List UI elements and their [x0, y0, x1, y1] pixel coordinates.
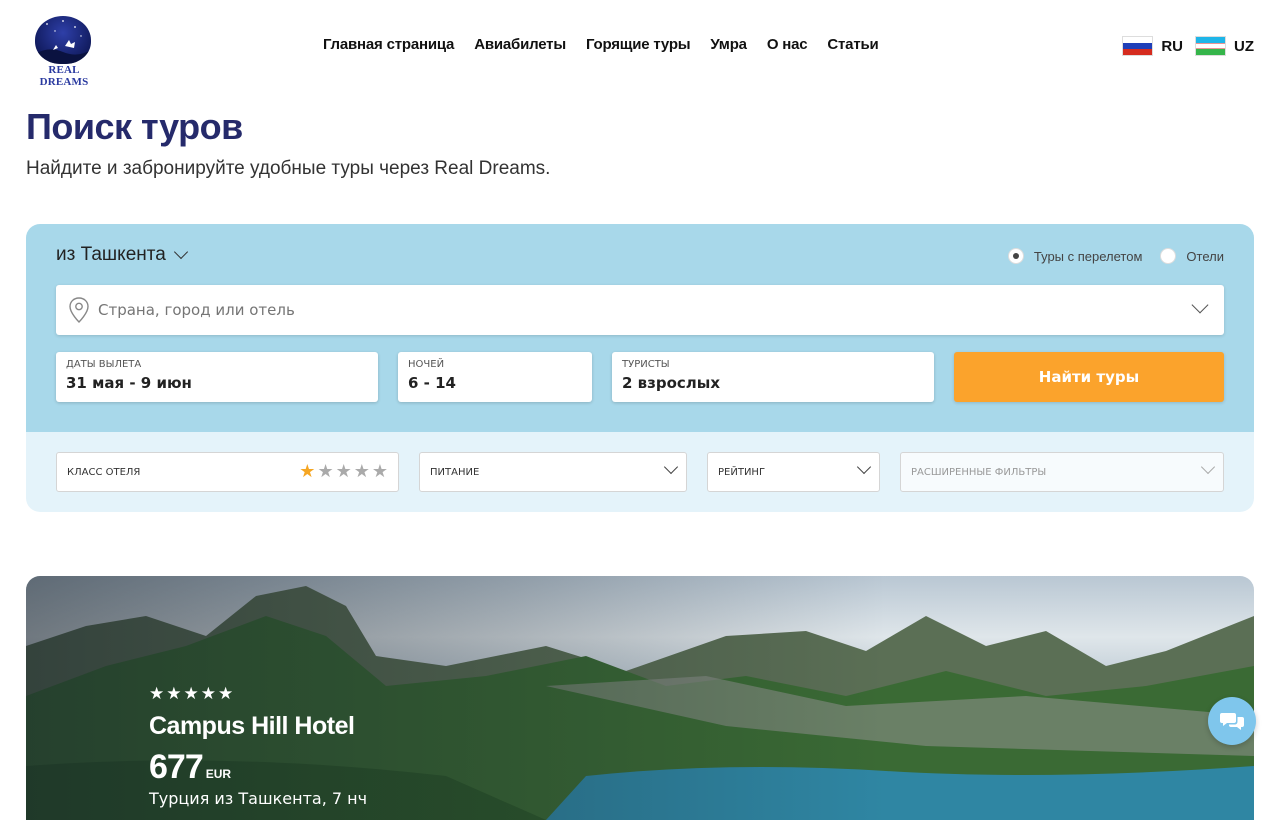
nav-link-articles[interactable]: Статьи: [827, 36, 878, 53]
page-title: Поиск туров: [26, 106, 243, 147]
meals-filter-label: ПИТАНИЕ: [430, 466, 480, 478]
star-icon-1[interactable]: ★: [299, 462, 315, 482]
departure-dates-value: 31 мая - 9 июн: [66, 374, 192, 392]
radio-button-selected[interactable]: [1007, 248, 1024, 264]
star-icon: ★: [183, 684, 199, 704]
departure-dates-label: ДАТЫ ВЫЛЕТА: [66, 359, 142, 370]
destination-input[interactable]: [98, 301, 1098, 319]
tourists-value: 2 взрослых: [622, 374, 721, 392]
rating-filter-label: РЕЙТИНГ: [718, 466, 766, 478]
radio-button[interactable]: [1160, 248, 1177, 264]
search-mode-radios: Туры с перелетом Отели: [1007, 248, 1224, 264]
chat-button[interactable]: [1208, 697, 1256, 745]
hotel-class-label: КЛАСС ОТЕЛЯ: [67, 466, 141, 478]
advanced-filters-label: РАСШИРЕННЫЕ ФИЛЬТРЫ: [911, 466, 1047, 478]
tourists-field[interactable]: ТУРИСТЫ 2 взрослых: [612, 352, 934, 402]
language-uz[interactable]: UZ: [1195, 36, 1254, 56]
search-main-area: из Ташкента Туры с перелетом Отели Стран…: [26, 224, 1254, 432]
language-ru[interactable]: RU: [1122, 36, 1183, 56]
uzbekistan-flag-icon: [1195, 36, 1226, 56]
radio-hotels[interactable]: Отели: [1160, 248, 1224, 264]
featured-hotel-banner[interactable]: ★ ★ ★ ★ ★ Campus Hill Hotel 677 EUR Турц…: [26, 576, 1254, 820]
hotel-class-stars: ★ ★ ★ ★ ★: [299, 462, 388, 482]
hotel-stars: ★ ★ ★ ★ ★: [149, 685, 233, 703]
advanced-filters[interactable]: РАСШИРЕННЫЕ ФИЛЬТРЫ: [900, 452, 1224, 492]
chevron-down-icon: [173, 244, 188, 260]
nav-link-about[interactable]: О нас: [767, 36, 808, 53]
chevron-down-icon: [663, 459, 679, 475]
price-currency: EUR: [205, 767, 232, 781]
logo-text: REAL DREAMS: [39, 64, 89, 88]
main-nav: Главная страница Авиабилеты Горящие туры…: [323, 36, 879, 53]
star-icon-4[interactable]: ★: [354, 462, 370, 482]
nights-label: НОЧЕЙ: [408, 359, 445, 370]
star-icon: ★: [200, 684, 216, 704]
destination-field[interactable]: [56, 285, 1224, 335]
meals-filter[interactable]: ПИТАНИЕ: [419, 452, 687, 492]
radio-tours-with-flight[interactable]: Туры с перелетом: [1007, 248, 1143, 264]
language-uz-label: UZ: [1234, 37, 1254, 55]
hotel-price: 677 EUR: [149, 748, 231, 787]
chat-bubbles-icon: [1220, 713, 1244, 730]
nights-field[interactable]: НОЧЕЙ 6 - 14: [398, 352, 592, 402]
star-icon-3[interactable]: ★: [336, 462, 352, 482]
nav-link-hot-tours[interactable]: Горящие туры: [586, 36, 691, 53]
nav-link-umrah[interactable]: Умра: [710, 36, 747, 53]
logo-night-sky-icon: [35, 20, 91, 64]
star-icon: ★: [166, 684, 182, 704]
location-pin-icon: [68, 297, 90, 323]
departure-city-label: из Ташкента: [56, 244, 166, 265]
tourists-label: ТУРИСТЫ: [622, 359, 670, 370]
search-filters-area: КЛАСС ОТЕЛЯ ★ ★ ★ ★ ★ ПИТАНИЕ РЕЙТИНГ РА…: [26, 432, 1254, 512]
find-tours-button[interactable]: Найти туры: [954, 352, 1224, 402]
page-subtitle: Найдите и забронируйте удобные туры чере…: [26, 158, 551, 179]
star-icon: ★: [149, 684, 165, 704]
chevron-down-icon: [856, 459, 872, 475]
nav-link-flights[interactable]: Авиабилеты: [474, 36, 566, 53]
chevron-down-icon: [1200, 459, 1216, 475]
hotel-class-filter[interactable]: КЛАСС ОТЕЛЯ ★ ★ ★ ★ ★: [56, 452, 399, 492]
hotel-description: Турция из Ташкента, 7 нч: [149, 789, 368, 808]
tour-search-panel: из Ташкента Туры с перелетом Отели Стран…: [26, 224, 1254, 512]
star-icon-2[interactable]: ★: [317, 462, 333, 482]
radio-tours-with-flight-label: Туры с перелетом: [1033, 248, 1143, 264]
star-icon-5[interactable]: ★: [372, 462, 388, 482]
real-dreams-logo[interactable]: REAL DREAMS: [26, 16, 102, 88]
nights-value: 6 - 14: [408, 374, 456, 392]
chevron-down-icon[interactable]: [1191, 296, 1209, 316]
logo-emblem: [35, 16, 91, 64]
language-ru-label: RU: [1161, 37, 1183, 55]
star-icon: ★: [218, 684, 234, 704]
rating-filter[interactable]: РЕЙТИНГ: [707, 452, 880, 492]
hotel-name[interactable]: Campus Hill Hotel: [149, 712, 355, 741]
price-amount: 677: [149, 748, 204, 786]
site-header: REAL DREAMS Главная страница Авиабилеты …: [0, 0, 1280, 92]
radio-hotels-label: Отели: [1186, 248, 1224, 264]
russia-flag-icon: [1122, 36, 1154, 56]
language-switcher: RU UZ: [1122, 36, 1254, 56]
nav-link-home[interactable]: Главная страница: [323, 36, 454, 53]
departure-city-select[interactable]: из Ташкента: [56, 244, 188, 266]
departure-dates-field[interactable]: ДАТЫ ВЫЛЕТА 31 мая - 9 июн: [56, 352, 378, 402]
